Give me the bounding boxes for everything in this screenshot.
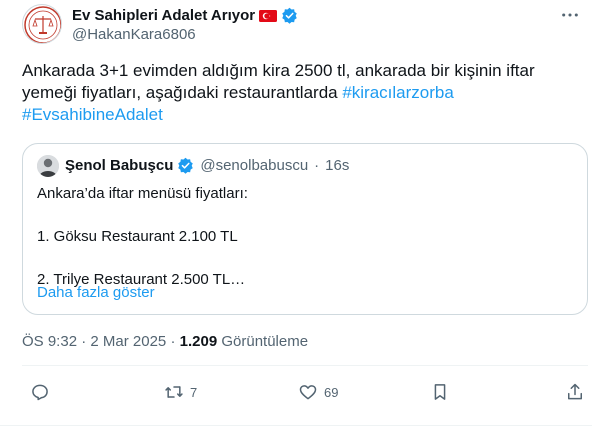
quoted-author-name[interactable]: Şenol Babuşcu (65, 157, 173, 174)
quoted-text-line: 1. Göksu Restaurant 2.100 TL (37, 228, 238, 245)
quoted-author-handle: @senolbabuscu (200, 157, 309, 174)
tweet-text-line-2: yemeği fiyatları, aşağıdaki restaurantla… (22, 83, 343, 102)
bookmark-button[interactable] (430, 378, 450, 406)
scales-logo-icon (24, 6, 61, 43)
author-display-name[interactable]: Ev Sahipleri Adalet Arıyor (72, 7, 255, 24)
show-more-link[interactable]: Daha fazla göster (37, 284, 155, 301)
verified-badge-icon[interactable] (281, 7, 298, 24)
tweet-time[interactable]: ÖS 9:32 (22, 333, 77, 350)
retweet-button[interactable]: 7 (164, 378, 197, 406)
hashtag-link[interactable]: #kiracılarzorba (342, 83, 454, 102)
like-button[interactable]: 69 (298, 378, 338, 406)
turkey-flag-icon (259, 9, 278, 22)
bookmark-icon (434, 384, 446, 400)
action-bar: 7 69 (0, 378, 592, 406)
more-options-button[interactable] (556, 5, 584, 25)
tweet-text-line-1: Ankarada 3+1 evimden aldığım kira 2500 t… (22, 61, 535, 80)
tweet-date[interactable]: 2 Mar 2025 (90, 333, 166, 350)
quoted-tweet-text: Ankara’da iftar menüsü fiyatları: 1. Gök… (37, 184, 248, 290)
quoted-author-avatar[interactable] (37, 155, 59, 177)
quoted-tweet-card[interactable]: Şenol Babuşcu @senolbabuscu · 16s Ankara… (22, 143, 588, 315)
heart-icon (299, 385, 317, 400)
divider (0, 425, 592, 426)
quoted-timestamp[interactable]: 16s (325, 157, 349, 174)
share-button[interactable] (565, 378, 585, 406)
tweet-meta: ÖS 9:32 · 2 Mar 2025 · 1.209 Görüntüleme (22, 333, 308, 350)
author-avatar[interactable] (22, 4, 62, 44)
retweet-icon (165, 386, 183, 398)
meta-separator: · (314, 157, 320, 174)
retweet-count: 7 (190, 384, 198, 400)
reply-button[interactable] (30, 378, 56, 406)
share-icon (568, 383, 582, 400)
views-label: Görüntüleme (221, 333, 309, 350)
verified-badge-icon (177, 157, 194, 174)
meta-separator: · (170, 333, 176, 350)
reply-icon (32, 384, 48, 401)
author-handle[interactable]: @HakanKara6806 (72, 26, 196, 43)
more-horizontal-icon (562, 13, 578, 17)
like-count: 69 (324, 384, 339, 400)
meta-separator: · (81, 333, 87, 350)
tweet-text: Ankarada 3+1 evimden aldığım kira 2500 t… (22, 60, 577, 126)
hashtag-link[interactable]: #EvsahibineAdalet (22, 105, 163, 124)
quoted-text-line: Ankara’da iftar menüsü fiyatları: (37, 185, 248, 202)
divider (22, 365, 588, 366)
views-count: 1.209 (179, 333, 218, 350)
